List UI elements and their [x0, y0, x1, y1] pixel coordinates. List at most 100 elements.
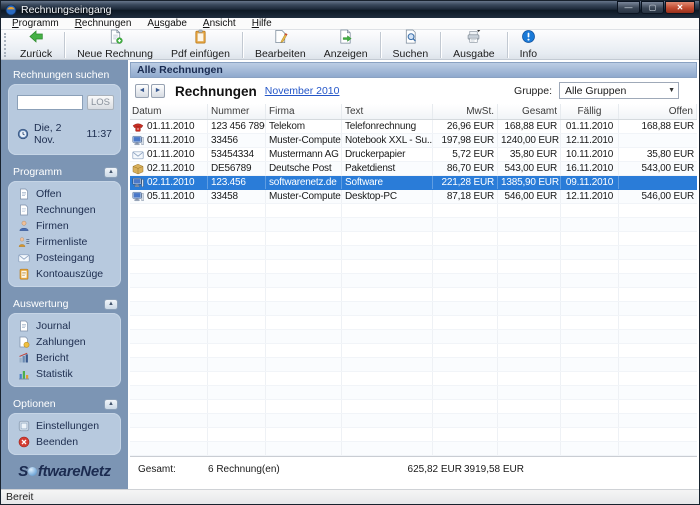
menu-ansicht[interactable]: Ansicht — [195, 18, 244, 30]
column-header-offen[interactable]: Offen — [619, 104, 697, 119]
mail-icon — [132, 150, 144, 159]
search-input[interactable] — [17, 95, 83, 110]
new-invoice-button[interactable]: Neue Rechnung — [68, 29, 162, 60]
table-row-selected[interactable]: 02.11.2010 123.456 softwarenetz.de Softw… — [130, 176, 697, 190]
close-button[interactable]: ✕ — [665, 1, 695, 14]
document-icon — [18, 188, 30, 200]
column-header-nummer[interactable]: Nummer — [208, 104, 266, 119]
previous-month-button[interactable]: ◄ — [135, 84, 149, 98]
computer-icon — [132, 177, 144, 187]
table-empty-row — [130, 302, 697, 316]
search-panel: LOS Die, 2 Nov. 11:37 — [8, 84, 121, 155]
main-panel: Alle Rechnungen ◄ ► Rechnungen November … — [128, 60, 699, 489]
sidebar-item-offen[interactable]: Offen — [8, 186, 121, 202]
logo-globe-icon — [28, 467, 38, 476]
sidebar-item-bericht[interactable]: Bericht — [8, 350, 121, 366]
minimize-button[interactable]: — — [617, 1, 640, 14]
table-empty-row — [130, 246, 697, 260]
current-time: 11:37 — [86, 128, 113, 140]
programm-panel: Offen Rechnungen Firmen Firmenliste Post… — [8, 181, 121, 287]
section-title-programm: Programm — [13, 166, 63, 178]
table-row[interactable]: 01.11.2010 33456 Muster-Computer Noteboo… — [130, 134, 697, 148]
sidebar-item-firmen[interactable]: Firmen — [8, 218, 121, 234]
info-button[interactable]: Info — [511, 30, 547, 60]
package-icon — [132, 163, 144, 174]
collapse-optionen-button[interactable]: ▲ — [104, 398, 118, 410]
quit-icon — [18, 436, 30, 448]
section-title-auswertung: Auswertung — [13, 298, 69, 310]
column-header-datum[interactable]: Datum — [130, 104, 208, 119]
maximize-button[interactable]: ▢ — [641, 1, 664, 14]
collapse-programm-button[interactable]: ▲ — [104, 166, 118, 178]
summary-mwst-total: 625,82 EUR — [407, 464, 462, 475]
output-button[interactable]: Ausgabe — [444, 29, 503, 60]
column-header-mwst[interactable]: MwSt. — [433, 104, 498, 119]
menu-rechnungen[interactable]: Rechnungen — [67, 18, 140, 30]
sidebar-item-zahlungen[interactable]: Zahlungen — [8, 334, 121, 350]
period-link[interactable]: November 2010 — [265, 85, 340, 97]
softwarenetz-logo: SftwareNetz — [18, 463, 111, 480]
group-label: Gruppe: — [514, 84, 552, 97]
sidebar-item-journal[interactable]: Journal — [8, 318, 121, 334]
column-header-faellig[interactable]: Fällig — [561, 104, 619, 119]
title-bar: Rechnungseingang — ▢ ✕ — [1, 1, 699, 18]
person-icon — [18, 220, 30, 232]
table-summary: Gesamt: 6 Rechnung(en) 625,82 EUR 3919,5… — [130, 456, 697, 487]
sidebar-item-statistik[interactable]: Statistik — [8, 366, 121, 382]
settings-icon — [18, 420, 30, 432]
column-header-gesamt[interactable]: Gesamt — [498, 104, 561, 119]
table-row[interactable]: 01.11.2010 123 456 7890 Telekom Telefonr… — [130, 120, 697, 134]
sidebar: Rechnungen suchen LOS Die, 2 Nov. 11:37 … — [1, 60, 128, 489]
search-go-button[interactable]: LOS — [87, 95, 114, 110]
menu-hilfe[interactable]: Hilfe — [244, 18, 280, 30]
table-row[interactable]: 05.11.2010 33458 Muster-Computer Desktop… — [130, 190, 697, 204]
group-select[interactable]: Alle Gruppen ▼ — [559, 82, 679, 99]
table-nav-row: ◄ ► Rechnungen November 2010 Gruppe: All… — [130, 78, 697, 104]
toolbar-separator — [440, 31, 442, 58]
app-icon — [5, 4, 17, 15]
phone-icon — [132, 123, 144, 132]
table-empty-row — [130, 400, 697, 414]
sidebar-item-beenden[interactable]: Beenden — [8, 434, 121, 450]
sidebar-item-kontoauszuege[interactable]: Kontoauszüge — [8, 266, 121, 282]
table-empty-row — [130, 260, 697, 274]
invoice-table: 01.11.2010 123 456 7890 Telekom Telefonr… — [130, 120, 697, 456]
collapse-auswertung-button[interactable]: ▲ — [104, 298, 118, 310]
column-header-text[interactable]: Text — [342, 104, 433, 119]
summary-label: Gesamt: — [138, 464, 176, 475]
table-empty-row — [130, 204, 697, 218]
search-button[interactable]: Suchen — [384, 29, 438, 60]
sidebar-item-einstellungen[interactable]: Einstellungen — [8, 418, 121, 434]
sidebar-item-rechnungen[interactable]: Rechnungen — [8, 202, 121, 218]
table-empty-row — [130, 330, 697, 344]
report-icon — [18, 352, 30, 364]
table-empty-row — [130, 442, 697, 456]
person-list-icon — [18, 236, 30, 248]
table-row[interactable]: 02.11.2010 DE56789 Deutsche Post Paketdi… — [130, 162, 697, 176]
menu-programm[interactable]: Programm — [4, 18, 67, 30]
document-icon — [18, 204, 30, 216]
toolbar-grip[interactable] — [4, 32, 7, 57]
table-empty-row — [130, 344, 697, 358]
menu-ausgabe[interactable]: Ausgabe — [139, 18, 194, 30]
insert-pdf-button[interactable]: Pdf einfügen — [162, 29, 239, 60]
back-button[interactable]: Zurück — [11, 29, 61, 60]
next-month-button[interactable]: ► — [151, 84, 165, 98]
sidebar-item-posteingang[interactable]: Posteingang — [8, 250, 121, 266]
search-section-title: Rechnungen suchen — [13, 69, 110, 81]
table-empty-row — [130, 274, 697, 288]
mail-icon — [18, 252, 30, 264]
column-header-firma[interactable]: Firma — [266, 104, 342, 119]
sidebar-item-firmenliste[interactable]: Firmenliste — [8, 234, 121, 250]
toolbar-separator — [241, 31, 243, 58]
toolbar-separator — [64, 31, 66, 58]
edit-button[interactable]: Bearbeiten — [246, 30, 315, 60]
computer-icon — [132, 135, 144, 145]
table-row[interactable]: 01.11.2010 53454334 Mustermann AG Drucke… — [130, 148, 697, 162]
show-button[interactable]: Anzeigen — [315, 29, 377, 60]
section-header: Alle Rechnungen — [130, 62, 697, 78]
back-arrow-icon — [28, 29, 44, 47]
search-document-icon — [403, 29, 418, 47]
journal-icon — [18, 320, 30, 332]
auswertung-panel: Journal Zahlungen Bericht Statistik — [8, 313, 121, 387]
